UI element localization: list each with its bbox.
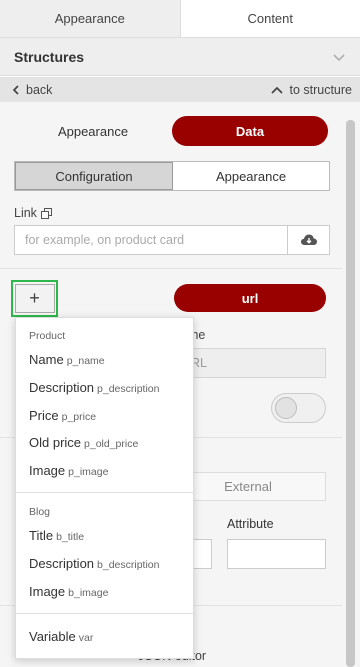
chevron-up-icon [271, 86, 284, 94]
add-variable-button[interactable]: + [11, 280, 58, 317]
scrollbar-thumb[interactable] [346, 120, 355, 667]
toggle-knob [275, 397, 297, 419]
menu-item-p-description[interactable]: Description p_description [29, 380, 160, 395]
menu-item-code: b_title [56, 531, 85, 543]
menu-item-label: Variable [29, 629, 76, 644]
mode-switch: Appearance Data [14, 116, 330, 146]
menu-item-b-description[interactable]: Description b_description [29, 556, 160, 571]
link-row [14, 225, 330, 255]
menu-item-code: p_old_price [84, 438, 139, 450]
menu-item-p-image[interactable]: Image p_image [29, 463, 108, 478]
cloud-download-button[interactable] [288, 225, 330, 255]
url-tag[interactable]: url [174, 284, 326, 312]
menu-divider [16, 613, 193, 614]
section-title: Structures [14, 48, 85, 65]
chevron-left-icon [12, 84, 19, 95]
menu-item-label: Price [29, 408, 59, 423]
group-label-blog: Blog [29, 506, 51, 518]
menu-item-b-title[interactable]: Title b_title [29, 528, 84, 543]
to-structure-link[interactable]: to structure [271, 83, 352, 97]
plus-icon: + [14, 284, 55, 313]
mode-data-button[interactable]: Data [172, 116, 328, 146]
group-label-product: Product [29, 330, 66, 342]
variable-dropdown-menu: Product Name p_name Description p_descript… [15, 317, 194, 659]
menu-item-label: Title [29, 528, 54, 543]
configuration-button[interactable]: Configuration [15, 162, 173, 190]
toggle-switch[interactable] [271, 393, 326, 423]
menu-item-label: Image [29, 463, 66, 478]
menu-item-b-image[interactable]: Image b_image [29, 584, 108, 599]
menu-item-label: Image [29, 584, 66, 599]
menu-item-label: Description [29, 380, 95, 395]
menu-item-p-old-price[interactable]: Old price p_old_price [29, 435, 138, 450]
name-field-input[interactable]: RL [180, 348, 326, 378]
divider [0, 268, 342, 269]
link-input[interactable] [14, 225, 288, 255]
chevron-down-icon[interactable] [332, 50, 346, 64]
menu-item-label: Description [29, 556, 95, 571]
menu-item-variable[interactable]: Variable var [29, 629, 93, 644]
to-structure-label: to structure [289, 82, 352, 97]
menu-item-code: b_image [68, 587, 109, 599]
nav-bar: back to structure [0, 77, 360, 102]
menu-item-code: p_price [61, 411, 97, 423]
menu-item-label: Old price [29, 435, 82, 450]
top-tabs: Appearance Content [0, 0, 360, 38]
menu-divider [16, 492, 193, 493]
menu-item-label: Name [29, 352, 64, 367]
tab-appearance[interactable]: Appearance [0, 0, 181, 37]
menu-item-code: b_description [97, 559, 160, 571]
menu-item-code: p_image [68, 466, 109, 478]
menu-item-code: p_description [97, 383, 160, 395]
link-label-text: Link [14, 206, 37, 220]
attribute-label: Attribute [227, 517, 274, 531]
menu-item-code: var [78, 632, 94, 644]
link-label: Link [14, 206, 52, 220]
structures-header[interactable]: Structures [0, 38, 360, 76]
back-label: back [26, 82, 53, 97]
appearance-segment-button[interactable]: Appearance [173, 162, 329, 190]
back-link[interactable]: back [12, 83, 52, 97]
tab-content[interactable]: Content [180, 0, 360, 37]
config-segmented-control: Configuration Appearance [14, 161, 330, 191]
link-copy-icon[interactable] [40, 207, 52, 219]
cloud-download-icon [300, 234, 317, 245]
menu-item-code: p_name [66, 355, 105, 367]
menu-item-p-price[interactable]: Price p_price [29, 408, 96, 423]
menu-item-p-name[interactable]: Name p_name [29, 352, 105, 367]
mode-appearance-button[interactable]: Appearance [14, 124, 172, 139]
attribute-input[interactable] [227, 539, 326, 569]
